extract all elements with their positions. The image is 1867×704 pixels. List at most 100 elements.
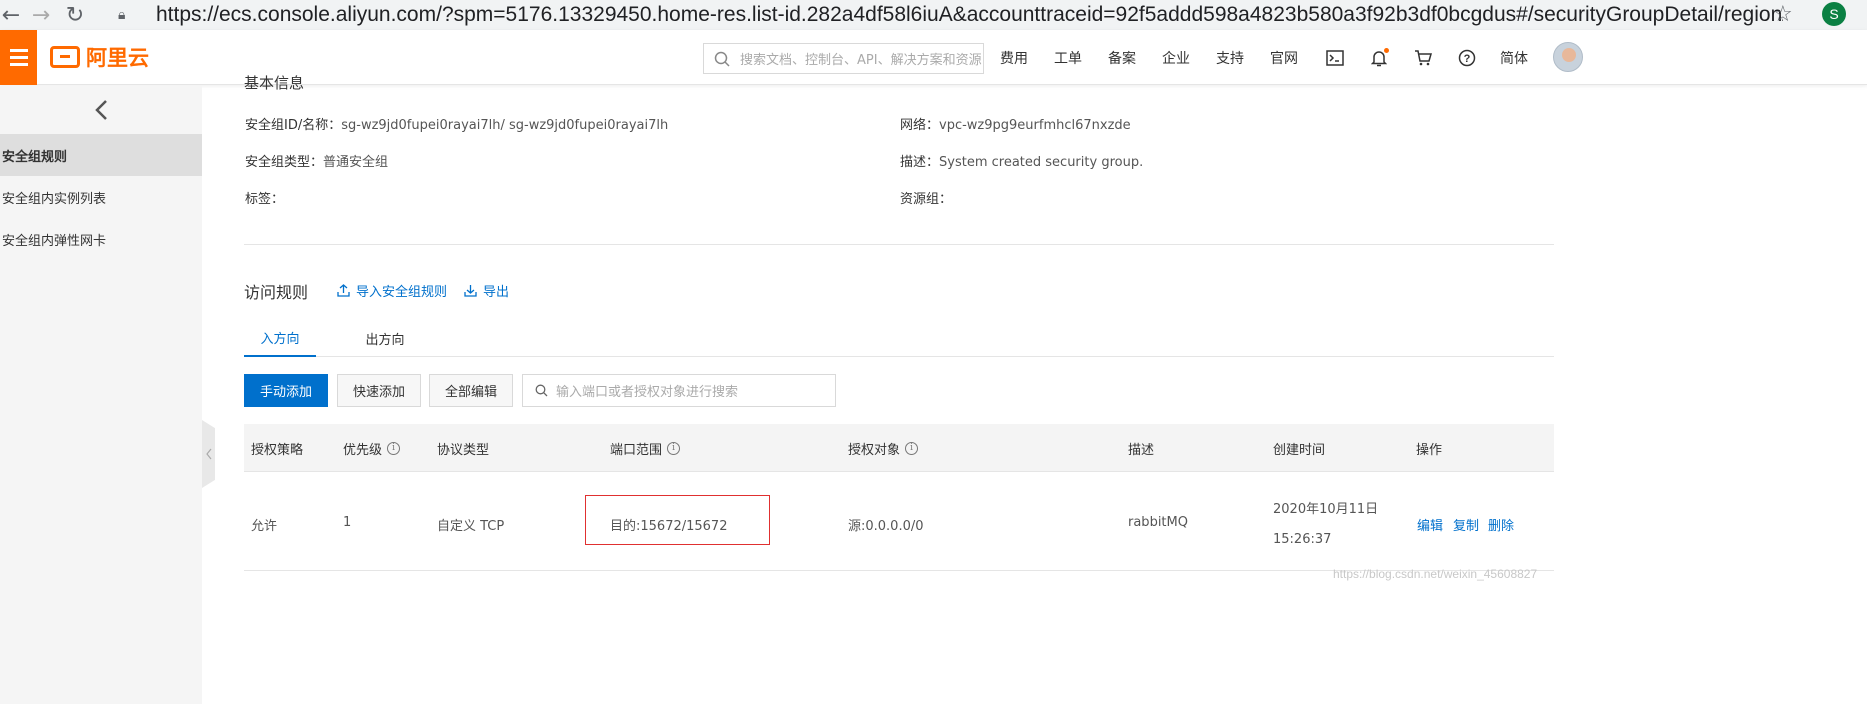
section-divider: [244, 244, 1554, 245]
col-source: 授权对象 i: [848, 424, 919, 472]
sidebar: 安全组规则 安全组内实例列表 安全组内弹性网卡: [0, 86, 202, 704]
cell-priority: 1: [343, 515, 352, 530]
col-description-label: 描述: [1128, 442, 1155, 458]
search-icon: [714, 51, 730, 67]
col-description: 描述: [1128, 424, 1154, 472]
language-switch[interactable]: 简体: [1500, 48, 1528, 68]
sidebar-item-eni[interactable]: 安全组内弹性网卡: [0, 218, 202, 260]
access-rules-title: 访问规则: [244, 283, 309, 302]
aliyun-logo[interactable]: 阿里云: [50, 43, 149, 71]
sg-type-value: 普通安全组: [323, 155, 389, 170]
col-priority-label: 优先级: [343, 442, 383, 458]
nav-official-site[interactable]: 官网: [1270, 48, 1298, 68]
sidebar-item-instances[interactable]: 安全组内实例列表: [0, 176, 202, 218]
chevron-left-icon[interactable]: [90, 98, 114, 122]
import-rules-button[interactable]: 导入安全组规则: [337, 281, 447, 300]
search-icon: [535, 384, 548, 397]
export-button[interactable]: 导出: [464, 281, 509, 300]
col-protocol: 协议类型: [437, 424, 489, 472]
chevron-left-small-icon: [205, 448, 211, 460]
bell-icon[interactable]: [1368, 47, 1390, 69]
description-label: 描述：: [900, 155, 940, 170]
rule-search-placeholder: 输入端口或者授权对象进行搜索: [556, 385, 739, 400]
description-value: System created security group.: [939, 155, 1144, 170]
upload-icon: [337, 284, 350, 297]
browser-toolbar: ← → ↻ 🔒︎ https://ecs.console.aliyun.com/…: [0, 0, 1867, 30]
quick-add-button[interactable]: 快速添加: [337, 374, 421, 407]
address-bar[interactable]: 🔒︎ https://ecs.console.aliyun.com/?spm=5…: [118, 0, 1783, 30]
edit-link[interactable]: 编辑: [1417, 515, 1443, 534]
cell-source: 源:0.0.0.0/0: [848, 519, 924, 534]
info-icon[interactable]: i: [905, 441, 919, 455]
copy-link[interactable]: 复制: [1453, 515, 1479, 534]
edit-all-button[interactable]: 全部编辑: [429, 374, 513, 407]
cell-protocol: 自定义 TCP: [437, 519, 505, 534]
sidebar-item-label: 安全组内弹性网卡: [2, 233, 107, 249]
network-label: 网络：: [900, 118, 940, 133]
tab-inbound[interactable]: 入方向: [244, 320, 316, 357]
sidebar-collapse-handle[interactable]: [202, 420, 215, 488]
col-actions-label: 操作: [1416, 442, 1443, 458]
bookmark-star-icon[interactable]: ☆: [1773, 2, 1793, 27]
info-icon[interactable]: i: [667, 441, 681, 455]
sg-type-label: 安全组类型：: [245, 155, 324, 170]
rule-search-input[interactable]: 输入端口或者授权对象进行搜索: [522, 374, 836, 407]
col-port: 端口范围 i: [610, 424, 681, 472]
nav-billing[interactable]: 费用: [1000, 48, 1028, 68]
col-created: 创建时间: [1273, 424, 1325, 472]
sidebar-item-sg-rules[interactable]: 安全组规则: [0, 134, 202, 176]
sg-id-row: 安全组ID/名称：sg-wz9jd0fupei0rayai7lh/ sg-wz9…: [245, 114, 668, 133]
col-priority: 优先级 i: [343, 424, 401, 472]
sidebar-item-label: 安全组规则: [2, 149, 68, 165]
col-port-label: 端口范围: [610, 442, 663, 458]
port-highlight-box: [585, 495, 770, 545]
url-text: https://ecs.console.aliyun.com/?spm=5176…: [155, 3, 1783, 26]
nav-enterprise[interactable]: 企业: [1162, 48, 1190, 68]
lock-icon: 🔒︎: [118, 7, 126, 23]
manual-add-button[interactable]: 手动添加: [244, 374, 328, 407]
notification-dot: [1384, 47, 1389, 53]
nav-ticket[interactable]: 工单: [1054, 48, 1082, 68]
sg-id-value: sg-wz9jd0fupei0rayai7lh/ sg-wz9jd0fupei0…: [341, 118, 669, 133]
col-created-label: 创建时间: [1273, 442, 1326, 458]
forward-arrow-icon[interactable]: →: [26, 0, 56, 30]
browser-profile-avatar[interactable]: S: [1822, 2, 1846, 26]
back-arrow-icon[interactable]: ←: [0, 0, 26, 30]
tags-label: 标签：: [245, 192, 285, 207]
download-icon: [464, 285, 477, 297]
terminal-icon[interactable]: [1324, 47, 1346, 69]
nav-icp[interactable]: 备案: [1108, 48, 1136, 68]
cell-created-time: 15:26:37: [1273, 532, 1332, 547]
aliyun-logo-icon: [50, 46, 80, 68]
sg-id-label: 安全组ID/名称：: [245, 118, 342, 133]
delete-link[interactable]: 删除: [1488, 515, 1514, 534]
rules-table-header: 授权策略 优先级 i 协议类型 端口范围 i 授权对象 i 描述 创建时间 操作: [244, 424, 1554, 472]
info-icon[interactable]: i: [387, 441, 401, 455]
nav-support[interactable]: 支持: [1216, 48, 1244, 68]
svg-text:?: ?: [1464, 53, 1471, 65]
sidebar-item-label: 安全组内实例列表: [2, 191, 107, 207]
col-actions: 操作: [1416, 424, 1442, 472]
help-icon[interactable]: ?: [1456, 47, 1478, 69]
tags-row: 标签：: [245, 188, 284, 207]
resource-group-label: 资源组：: [900, 192, 953, 207]
user-avatar[interactable]: [1553, 42, 1583, 72]
hamburger-menu-icon[interactable]: [0, 30, 37, 85]
col-source-label: 授权对象: [848, 442, 901, 458]
watermark: https://blog.csdn.net/weixin_45608827: [1333, 567, 1538, 581]
direction-tabs: 入方向 出方向: [244, 320, 1554, 357]
export-label: 导出: [483, 285, 510, 300]
basic-info-title: 基本信息: [244, 74, 305, 92]
top-nav: 费用 工单 备案 企业 支持 官网 ? 简体: [1000, 30, 1554, 85]
reload-icon[interactable]: ↻: [60, 0, 90, 30]
tab-outbound[interactable]: 出方向: [349, 320, 421, 356]
sg-type-row: 安全组类型：普通安全组: [245, 151, 388, 170]
network-value: vpc-wz9pg9eurfmhcl67nxzde: [939, 118, 1131, 133]
cart-icon[interactable]: [1412, 47, 1434, 69]
col-policy-label: 授权策略: [251, 442, 304, 458]
global-search-input[interactable]: 搜索文档、控制台、API、解决方案和资源: [703, 43, 984, 74]
cell-description: rabbitMQ: [1128, 515, 1188, 530]
search-placeholder: 搜索文档、控制台、API、解决方案和资源: [740, 53, 982, 68]
col-protocol-label: 协议类型: [437, 442, 490, 458]
table-row: 允许 1 自定义 TCP 目的:15672/15672 源:0.0.0.0/0 …: [244, 473, 1554, 571]
